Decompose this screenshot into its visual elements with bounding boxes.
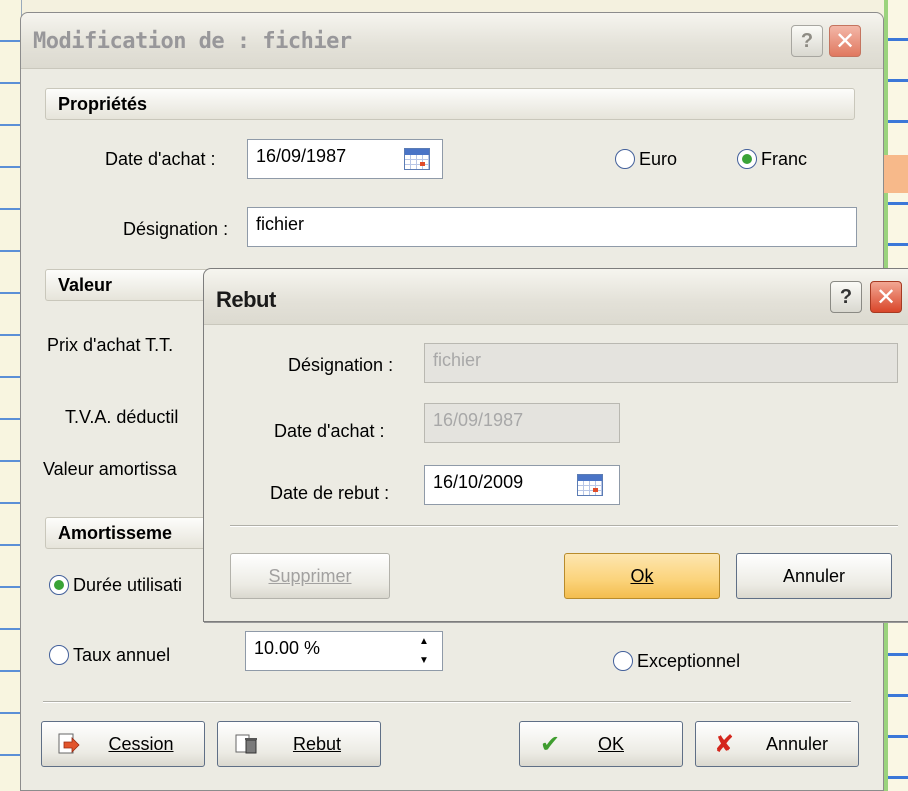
close-button[interactable]: ✕ bbox=[829, 25, 861, 57]
supprimer-label: Supprimer bbox=[268, 565, 352, 586]
cession-button[interactable]: Cession bbox=[41, 721, 205, 767]
close-icon: ✕ bbox=[875, 283, 897, 311]
rebut-designation-field: fichier bbox=[424, 343, 898, 383]
rebut-annuler-button[interactable]: Annuler bbox=[736, 553, 892, 599]
spin-down-icon[interactable]: ▼ bbox=[419, 655, 429, 666]
rebut-designation-label: Désignation : bbox=[288, 355, 394, 375]
rebut-date-rebut-value: 16/10/2009 bbox=[433, 472, 524, 492]
date-achat-field[interactable]: 16/09/1987 bbox=[247, 139, 443, 179]
help-icon: ? bbox=[839, 285, 853, 308]
designation-label: Désignation : bbox=[123, 219, 229, 239]
designation-field[interactable]: fichier bbox=[247, 207, 857, 247]
radio-taux[interactable] bbox=[49, 645, 69, 665]
cession-icon bbox=[58, 733, 80, 754]
radio-franc[interactable] bbox=[737, 149, 757, 169]
rebut-designation-value: fichier bbox=[433, 350, 482, 370]
check-icon: ✔ bbox=[540, 731, 561, 758]
background-spreadsheet-left bbox=[0, 0, 22, 791]
divider bbox=[43, 701, 851, 703]
valeur-amortissable-label: Valeur amortissa bbox=[43, 459, 177, 479]
spin-up-icon[interactable]: ▲ bbox=[419, 636, 429, 647]
rebut-label: Rebut bbox=[292, 733, 342, 754]
section-amortissement: Amortisseme bbox=[45, 517, 215, 549]
rebut-titlebar[interactable]: Rebut ? ✕ bbox=[204, 269, 908, 325]
radio-euro[interactable] bbox=[615, 149, 635, 169]
taux-value: 10.00 % bbox=[254, 638, 321, 658]
rebut-close-button[interactable]: ✕ bbox=[870, 281, 902, 313]
rebut-date-achat-value: 16/09/1987 bbox=[433, 410, 524, 430]
rebut-dialog: Rebut ? ✕ Désignation : fichier Date d'a… bbox=[203, 268, 908, 622]
prix-achat-label: Prix d'achat T.T. bbox=[47, 335, 174, 355]
supprimer-button[interactable]: Supprimer bbox=[230, 553, 390, 599]
section-valeur: Valeur bbox=[45, 269, 215, 301]
ok-label: OK bbox=[597, 733, 624, 754]
help-button[interactable]: ? bbox=[791, 25, 823, 57]
calendar-icon[interactable] bbox=[577, 474, 603, 496]
background-cell-selected bbox=[884, 155, 908, 193]
trash-icon bbox=[235, 734, 257, 754]
date-achat-value: 16/09/1987 bbox=[256, 146, 347, 166]
designation-value: fichier bbox=[256, 214, 305, 234]
radio-duree[interactable] bbox=[49, 575, 69, 595]
radio-exceptionnel[interactable] bbox=[613, 651, 633, 671]
rebut-title: Rebut bbox=[216, 287, 276, 312]
rebut-date-achat-label: Date d'achat : bbox=[274, 421, 385, 441]
rebut-date-achat-field: 16/09/1987 bbox=[424, 403, 620, 443]
rebut-divider bbox=[230, 525, 898, 527]
date-achat-label: Date d'achat : bbox=[105, 149, 216, 169]
radio-duree-label[interactable]: Durée utilisati bbox=[73, 575, 182, 596]
rebut-help-button[interactable]: ? bbox=[830, 281, 862, 313]
taux-stepper[interactable]: 10.00 % ▲ ▼ bbox=[245, 631, 443, 671]
rebut-date-rebut-field[interactable]: 16/10/2009 bbox=[424, 465, 620, 505]
rebut-button[interactable]: Rebut bbox=[217, 721, 381, 767]
radio-taux-label[interactable]: Taux annuel bbox=[73, 645, 170, 666]
section-proprietes: Propriétés bbox=[45, 88, 855, 120]
cession-label: Cession bbox=[108, 733, 174, 754]
annuler-label: Annuler bbox=[765, 733, 829, 754]
rebut-date-rebut-label: Date de rebut : bbox=[270, 483, 390, 503]
help-icon: ? bbox=[800, 29, 814, 52]
modification-titlebar[interactable]: Modification de : fichier ? ✕ bbox=[21, 13, 883, 69]
rebut-ok-label: Ok bbox=[630, 565, 654, 586]
radio-exceptionnel-label[interactable]: Exceptionnel bbox=[637, 651, 740, 672]
cancel-x-icon: ✘ bbox=[714, 731, 735, 758]
calendar-icon[interactable] bbox=[404, 148, 430, 170]
ok-button[interactable]: ✔ OK bbox=[519, 721, 683, 767]
radio-franc-label[interactable]: Franc bbox=[761, 149, 807, 170]
radio-euro-label[interactable]: Euro bbox=[639, 149, 677, 170]
modification-title: Modification de : fichier bbox=[33, 29, 352, 54]
tva-label: T.V.A. déductil bbox=[65, 407, 179, 427]
rebut-annuler-label: Annuler bbox=[782, 565, 846, 586]
close-icon: ✕ bbox=[834, 27, 856, 55]
spinner[interactable]: ▲ ▼ bbox=[410, 632, 438, 670]
rebut-ok-button[interactable]: Ok bbox=[564, 553, 720, 599]
annuler-button[interactable]: ✘ Annuler bbox=[695, 721, 859, 767]
